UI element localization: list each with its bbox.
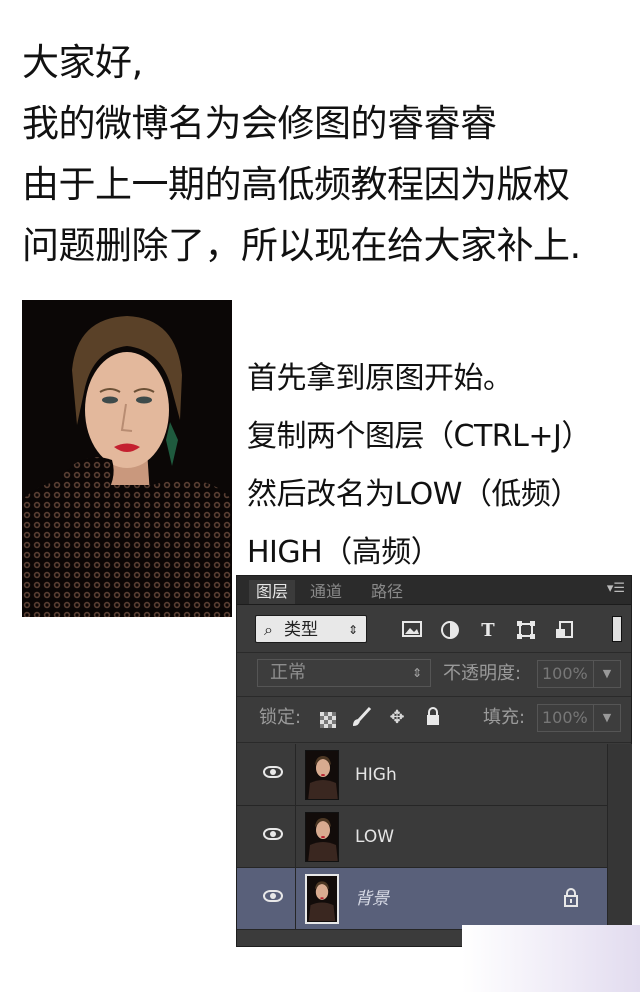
steps-text: 首先拿到原图开始。 复制两个图层（CTRL+J） 然后改名为LOW（低频） HI… xyxy=(247,350,591,582)
fill-field[interactable]: 100% ▼ xyxy=(537,704,621,732)
step-line: 然后改名为LOW（低频） xyxy=(247,477,580,512)
fill-label: 填充: xyxy=(483,707,526,728)
layers-scrollbar[interactable] xyxy=(607,744,632,946)
layer-row-high[interactable]: HIGh xyxy=(237,744,607,806)
layer-locked-icon xyxy=(563,887,579,907)
panel-tab-bar: 图层 通道 路径 ▾☰ xyxy=(237,576,631,605)
divider xyxy=(295,806,296,867)
divider xyxy=(237,652,631,653)
divider xyxy=(295,744,296,805)
layer-name[interactable]: 背景 xyxy=(355,868,389,930)
filter-kind-select[interactable]: ⌕ 类型 ⇕ xyxy=(255,615,367,643)
layer-row-low[interactable]: LOW xyxy=(237,806,607,868)
blend-row: 正常 ⇕ 不透明度: 100% ▼ xyxy=(237,656,631,692)
step-line: 复制两个图层（CTRL+J） xyxy=(247,419,591,454)
intro-line: 我的微博名为会修图的睿睿睿 xyxy=(22,102,497,145)
divider xyxy=(237,696,631,697)
layer-thumbnail xyxy=(305,750,339,800)
layer-thumbnail xyxy=(305,812,339,862)
lock-transparency-icon[interactable] xyxy=(320,712,336,728)
image-filter-icon[interactable] xyxy=(401,620,423,642)
intro-text: 大家好, 我的微博名为会修图的睿睿睿 由于上一期的高低频教程因为版权 问题删除了… xyxy=(22,32,581,276)
step-line: HIGH（高频） xyxy=(247,535,441,570)
portrait-illustration xyxy=(22,300,232,617)
updown-arrow-icon: ⇕ xyxy=(347,623,358,637)
step-line: 首先拿到原图开始。 xyxy=(247,361,513,396)
divider xyxy=(237,742,631,743)
smart-object-filter-icon[interactable] xyxy=(553,620,575,642)
opacity-value: 100% xyxy=(542,664,588,683)
visibility-eye-icon[interactable] xyxy=(263,828,283,840)
blend-mode-select[interactable]: 正常 ⇕ xyxy=(257,659,431,687)
layer-thumbnail xyxy=(305,874,339,924)
opacity-field[interactable]: 100% ▼ xyxy=(537,660,621,688)
filter-toggle-switch[interactable] xyxy=(612,616,622,642)
tab-paths[interactable]: 路径 xyxy=(359,580,415,604)
watermark-corner xyxy=(462,925,640,992)
search-icon: ⌕ xyxy=(264,620,273,639)
tab-channels[interactable]: 通道 xyxy=(297,580,355,604)
chevron-down-icon[interactable]: ▼ xyxy=(593,661,620,687)
updown-arrow-icon: ⇕ xyxy=(411,666,422,680)
type-filter-icon[interactable]: T xyxy=(477,620,499,642)
adjustment-filter-icon[interactable] xyxy=(439,620,461,642)
blend-mode-value: 正常 xyxy=(270,662,306,683)
original-portrait-photo xyxy=(22,300,232,617)
visibility-eye-icon[interactable] xyxy=(263,890,283,902)
layers-list: HIGh LOW 背景 xyxy=(237,744,632,946)
lock-position-move-icon[interactable]: ✥ xyxy=(385,706,409,730)
layer-row-background[interactable]: 背景 xyxy=(237,868,607,930)
divider xyxy=(295,868,296,929)
lock-label: 锁定: xyxy=(259,707,302,728)
layer-filter-row: ⌕ 类型 ⇕ T xyxy=(237,612,631,648)
chevron-down-icon[interactable]: ▼ xyxy=(593,705,620,731)
layers-panel: 图层 通道 路径 ▾☰ ⌕ 类型 ⇕ T 正常 ⇕ 不透明度: 100% ▼ 锁… xyxy=(236,575,632,947)
lock-row: 锁定: ✥ 填充: 100% ▼ xyxy=(237,700,631,736)
opacity-label: 不透明度: xyxy=(443,663,522,684)
intro-line: 由于上一期的高低频教程因为版权 xyxy=(22,163,570,206)
panel-menu-icon[interactable]: ▾☰ xyxy=(607,581,625,597)
intro-line: 大家好, xyxy=(22,41,143,84)
filter-kind-label: 类型 xyxy=(284,620,318,640)
layer-name[interactable]: LOW xyxy=(355,806,394,868)
layer-name[interactable]: HIGh xyxy=(355,744,397,806)
lock-pixels-brush-icon[interactable] xyxy=(349,706,373,730)
fill-value: 100% xyxy=(542,708,588,727)
tab-layers[interactable]: 图层 xyxy=(249,580,295,604)
shape-filter-icon[interactable] xyxy=(515,620,537,642)
visibility-eye-icon[interactable] xyxy=(263,766,283,778)
intro-line: 问题删除了，所以现在给大家补上. xyxy=(22,224,581,267)
lock-all-padlock-icon[interactable] xyxy=(421,706,445,730)
